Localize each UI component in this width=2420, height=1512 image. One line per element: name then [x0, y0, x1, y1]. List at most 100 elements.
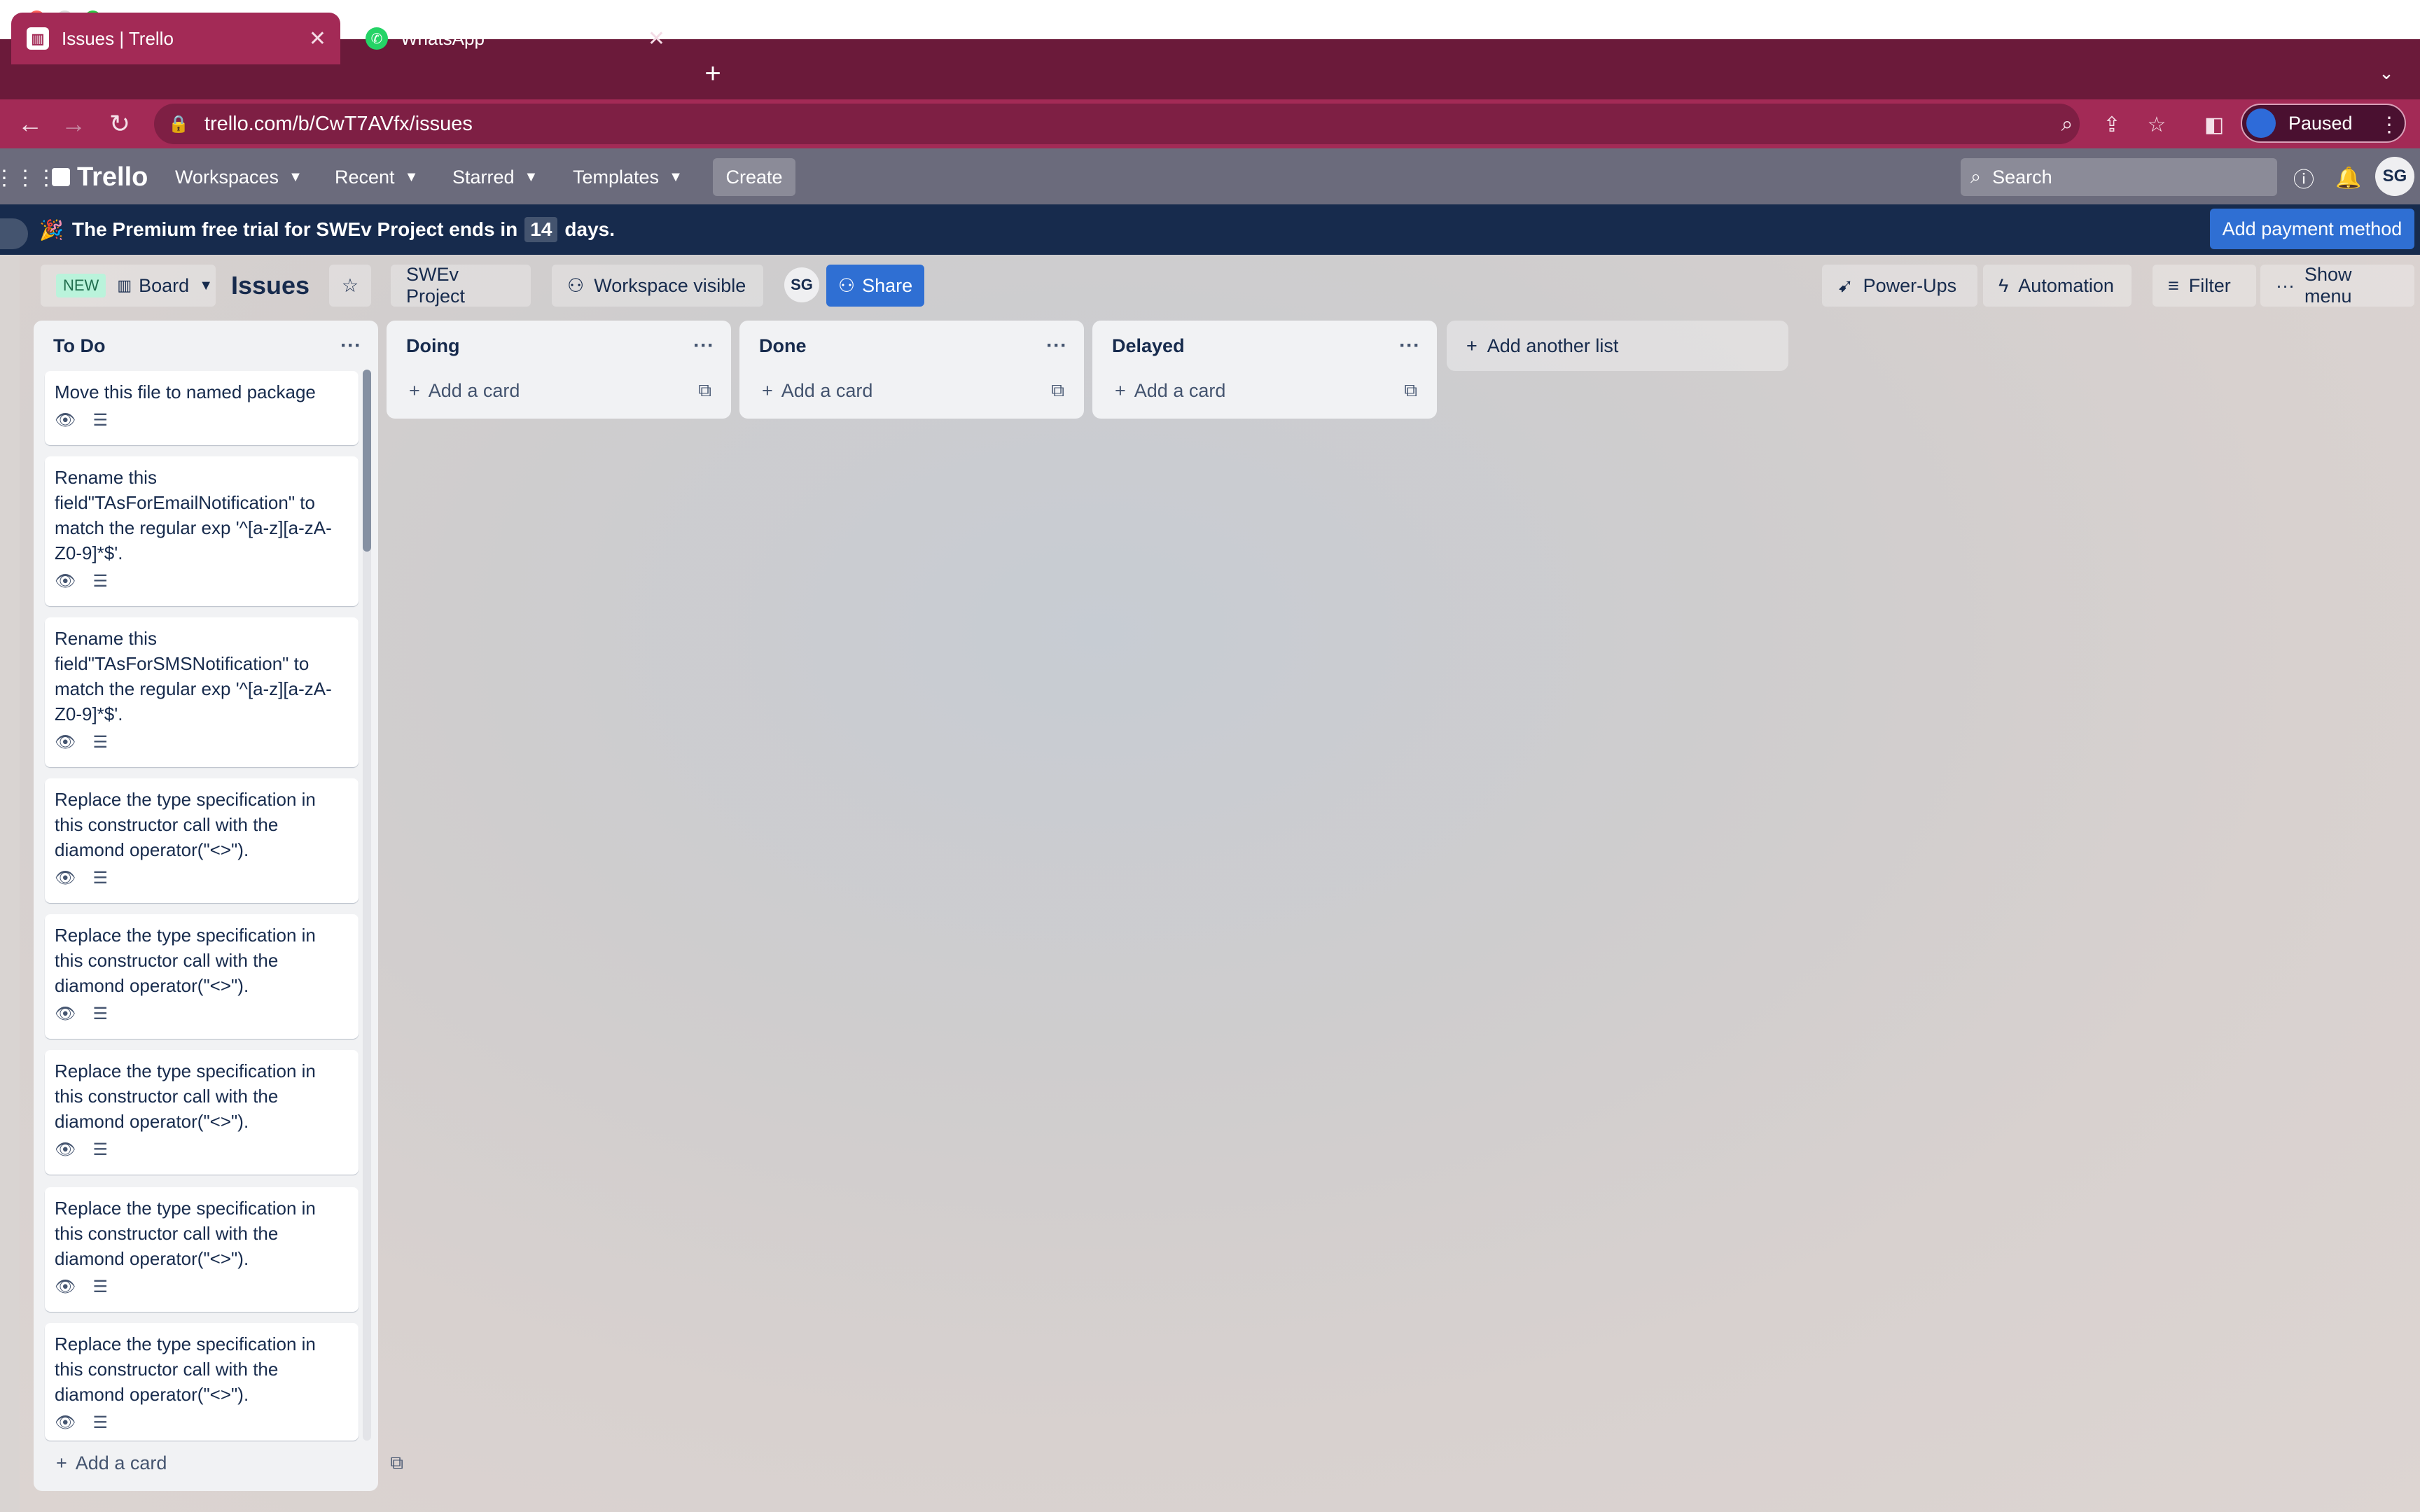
url-bar[interactable]: 🔒 trello.com/b/CwT7AVfx/issues: [154, 104, 2080, 144]
watching-eye-icon: 👁: [55, 1140, 76, 1159]
search-input[interactable]: ⌕ Search: [1961, 158, 2277, 196]
list-header[interactable]: To Do ···: [34, 321, 378, 371]
app-switcher-icon[interactable]: ⋮⋮⋮: [0, 162, 57, 193]
back-arrow-icon[interactable]: ←: [13, 106, 48, 141]
tab-search-chevron-icon[interactable]: ⌄: [2370, 56, 2403, 90]
card[interactable]: Replace the type specification in this c…: [45, 778, 359, 903]
workspace-button[interactable]: SWEv Project: [391, 264, 531, 307]
zoom-icon[interactable]: ⌕: [2052, 109, 2082, 140]
card-title: Replace the type specification in this c…: [55, 1198, 316, 1269]
description-icon: ☰: [92, 1004, 108, 1023]
list-title: To Do: [53, 335, 106, 356]
plus-icon: +: [56, 1452, 67, 1474]
party-emoji: 🎉: [39, 218, 64, 241]
recent-menu[interactable]: Recent ▼: [324, 158, 429, 196]
description-icon: ☰: [92, 1277, 108, 1296]
board-view-icon: ▥: [117, 276, 132, 294]
account-avatar[interactable]: SG: [2375, 157, 2414, 196]
add-another-list-label: Add another list: [1487, 335, 1619, 356]
description-icon: ☰: [92, 571, 108, 591]
board-canvas: [20, 255, 2420, 1512]
browser-menu-icon[interactable]: ⋮: [2374, 109, 2405, 140]
automation-button[interactable]: ϟ Automation: [1983, 265, 2132, 307]
card-template-icon[interactable]: ⧉: [698, 379, 711, 402]
power-ups-button[interactable]: ➹ Power-Ups: [1822, 265, 1977, 307]
add-card-button[interactable]: + Add a card ⧉: [1092, 371, 1437, 410]
share-button[interactable]: ⚇ Share: [826, 265, 924, 307]
menu-label: Recent: [335, 166, 395, 188]
side-panel-icon[interactable]: ◧: [2199, 109, 2230, 140]
board-view-switcher[interactable]: NEW ▥ Board ▼: [41, 265, 216, 307]
list-doing: Doing ··· + Add a card ⧉: [387, 321, 731, 419]
card-template-icon[interactable]: ⧉: [390, 1452, 403, 1474]
menu-label: Workspaces: [175, 166, 279, 188]
plus-icon: +: [1466, 335, 1477, 356]
notifications-bell-icon[interactable]: 🔔: [2333, 162, 2364, 193]
tab-title: WhatsApp: [401, 27, 485, 49]
list-actions-icon[interactable]: ···: [1046, 334, 1067, 358]
tab-trello[interactable]: ▥ Issues | Trello ✕: [11, 13, 340, 64]
card[interactable]: Rename this field"TAsForSMSNotification"…: [45, 617, 359, 767]
visibility-button[interactable]: ⚇ Workspace visible: [552, 265, 763, 307]
chevron-down-icon: ▼: [199, 277, 213, 293]
list-actions-icon[interactable]: ···: [1399, 334, 1420, 358]
menu-label: Starred: [452, 166, 515, 188]
starred-menu[interactable]: Starred ▼: [441, 158, 549, 196]
card-title: Replace the type specification in this c…: [55, 1060, 316, 1132]
close-tab-icon[interactable]: ✕: [648, 27, 665, 51]
new-tab-button[interactable]: +: [697, 55, 728, 92]
watching-eye-icon: 👁: [55, 1413, 76, 1432]
create-button[interactable]: Create: [713, 158, 795, 196]
card-title: Replace the type specification in this c…: [55, 925, 316, 996]
add-payment-method-button[interactable]: Add payment method: [2210, 209, 2414, 249]
filter-label: Filter: [2188, 274, 2231, 296]
profile-avatar: [2246, 108, 2276, 138]
info-icon[interactable]: ⓘ: [2288, 162, 2319, 193]
reload-icon[interactable]: ↻: [102, 106, 137, 141]
trello-logo[interactable]: Trello: [52, 160, 148, 195]
share-page-icon[interactable]: ⇪: [2096, 109, 2127, 140]
search-placeholder: Search: [1992, 166, 2052, 188]
watching-eye-icon: 👁: [55, 571, 76, 591]
power-ups-label: Power-Ups: [1863, 274, 1957, 296]
add-card-button[interactable]: + Add a card ⧉: [387, 371, 731, 410]
tab-whatsapp[interactable]: ✆ WhatsApp ✕: [350, 13, 679, 64]
card-title: Replace the type specification in this c…: [55, 1334, 316, 1405]
list-header[interactable]: Done ···: [739, 321, 1084, 371]
card[interactable]: Rename this field"TAsForEmailNotificatio…: [45, 456, 359, 606]
bookmark-star-icon[interactable]: ☆: [2141, 109, 2172, 140]
templates-menu[interactable]: Templates ▼: [562, 158, 694, 196]
plus-icon: +: [409, 379, 420, 401]
profile-status: Paused: [2288, 112, 2353, 134]
card[interactable]: Replace the type specification in this c…: [45, 1050, 359, 1175]
banner-text-end: days.: [564, 218, 616, 240]
description-icon: ☰: [92, 1140, 108, 1159]
card[interactable]: Replace the type specification in this c…: [45, 1323, 359, 1441]
filter-button[interactable]: ≡ Filter: [2153, 265, 2256, 307]
add-another-list-button[interactable]: + Add another list: [1447, 321, 1788, 371]
list-actions-icon[interactable]: ···: [693, 334, 714, 358]
card[interactable]: Replace the type specification in this c…: [45, 914, 359, 1039]
forward-arrow-icon[interactable]: →: [56, 106, 91, 141]
list-actions-icon[interactable]: ···: [340, 334, 361, 358]
watching-eye-icon: 👁: [55, 1277, 76, 1296]
add-card-button[interactable]: + Add a card ⧉: [34, 1443, 423, 1483]
trial-banner: 🎉 The Premium free trial for SWEv Projec…: [0, 204, 2420, 255]
board-title[interactable]: Issues: [231, 267, 310, 304]
list-header[interactable]: Delayed ···: [1092, 321, 1437, 371]
card-template-icon[interactable]: ⧉: [1051, 379, 1064, 402]
list-header[interactable]: Doing ···: [387, 321, 731, 371]
card[interactable]: Replace the type specification in this c…: [45, 1187, 359, 1312]
show-menu-button[interactable]: ··· Show menu: [2260, 264, 2414, 307]
workspaces-menu[interactable]: Workspaces ▼: [164, 158, 314, 196]
board-member-avatar[interactable]: SG: [784, 267, 819, 302]
card-template-icon[interactable]: ⧉: [1404, 379, 1417, 402]
search-icon: ⌕: [1970, 166, 1982, 187]
chevron-down-icon: ▼: [524, 169, 538, 185]
card[interactable]: Move this file to named package 👁 ☰: [45, 371, 359, 445]
list-scrollbar-thumb[interactable]: [363, 370, 371, 552]
add-card-button[interactable]: + Add a card ⧉: [739, 371, 1084, 410]
star-board-icon[interactable]: ☆: [329, 265, 371, 307]
close-tab-icon[interactable]: ✕: [309, 27, 326, 51]
add-card-label: Add a card: [75, 1452, 167, 1474]
